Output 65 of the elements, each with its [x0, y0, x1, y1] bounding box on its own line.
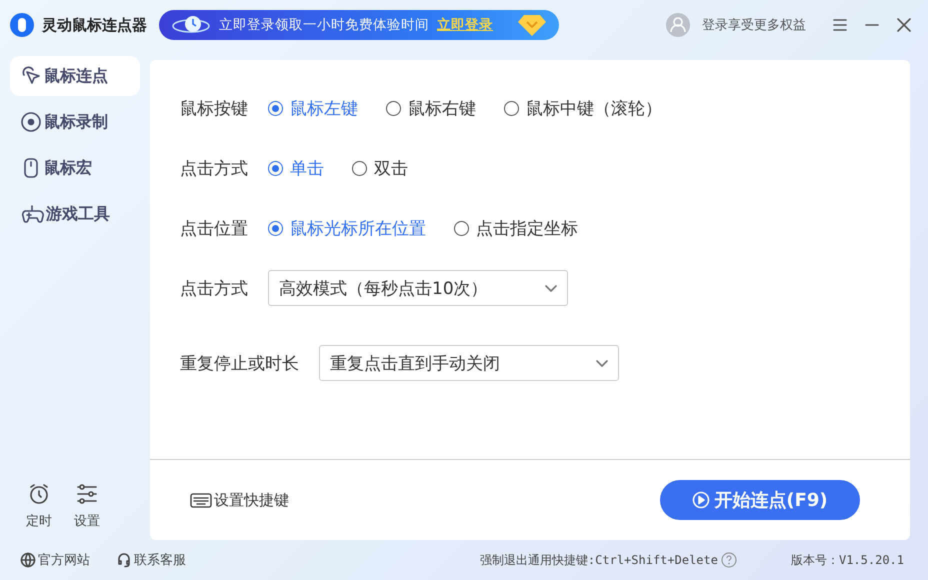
- promo-text: 立即登录领取一小时免费体验时间: [219, 16, 429, 34]
- shortcut-note: 强制退出通用快捷键:Ctrl+Shift+Delete: [480, 552, 718, 568]
- radio-option[interactable]: 点击指定坐标: [454, 216, 578, 240]
- radio-button[interactable]: [268, 160, 283, 176]
- sidebar-item[interactable]: 游戏工具: [10, 194, 140, 234]
- headset-icon: [116, 552, 132, 568]
- radio-button[interactable]: [454, 220, 469, 236]
- dropdown-field[interactable]: 高效模式（每秒点击10次）: [268, 270, 568, 306]
- app-name: 灵动鼠标连点器: [42, 16, 147, 34]
- radio-button[interactable]: [504, 100, 519, 116]
- cursor-icon: [20, 65, 42, 87]
- sidebar-item[interactable]: 鼠标宏: [10, 148, 140, 188]
- dropdown-field[interactable]: 重复点击直到手动关闭: [319, 345, 619, 381]
- app-logo-icon: [10, 13, 34, 37]
- tool-label: 定时: [26, 513, 52, 530]
- radio-option[interactable]: 鼠标右键: [386, 96, 476, 120]
- footer-link[interactable]: 联系客服: [116, 551, 186, 569]
- field-label: 点击方式: [180, 158, 248, 180]
- radio-label: 鼠标左键: [290, 98, 358, 120]
- start-button[interactable]: 开始连点(F9): [660, 480, 860, 520]
- radio-label: 鼠标中键（滚轮）: [526, 98, 662, 120]
- promo-banner[interactable]: 立即登录领取一小时免费体验时间 立即登录: [159, 10, 559, 40]
- radio-label: 单击: [290, 158, 324, 180]
- radio-option[interactable]: 鼠标左键: [268, 96, 358, 120]
- play-icon: [692, 491, 710, 509]
- radio-label: 点击指定坐标: [476, 218, 578, 240]
- sidebar-item-label: 鼠标连点: [44, 66, 108, 86]
- record-icon: [20, 111, 42, 133]
- radio-button[interactable]: [386, 100, 401, 116]
- sidebar-tool[interactable]: 定时: [26, 482, 52, 530]
- sidebar-item-label: 鼠标宏: [44, 158, 92, 178]
- field-label: 鼠标按键: [180, 98, 248, 120]
- gamepad-icon: [20, 203, 44, 225]
- login-prompt[interactable]: 登录享受更多权益: [702, 16, 806, 34]
- sidebar-item-label: 鼠标录制: [44, 112, 108, 132]
- menu-icon: [832, 17, 848, 33]
- sidebar-item[interactable]: 鼠标录制: [10, 102, 140, 142]
- field-label: 重复停止或时长: [180, 352, 299, 374]
- globe-icon: [20, 552, 36, 568]
- hotkey-settings-link[interactable]: 设置快捷键: [190, 490, 289, 510]
- radio-option[interactable]: 鼠标光标所在位置: [268, 216, 426, 240]
- diamond-icon: [515, 12, 549, 38]
- radio-label: 双击: [374, 158, 408, 180]
- radio-label: 鼠标右键: [408, 98, 476, 120]
- tool-label: 设置: [74, 513, 100, 530]
- sidebar-item-label: 游戏工具: [46, 204, 110, 224]
- field-label: 点击方式: [180, 278, 248, 300]
- radio-button[interactable]: [268, 220, 283, 236]
- field-label: 点击位置: [180, 218, 248, 240]
- radio-label: 鼠标光标所在位置: [290, 218, 426, 240]
- radio-button[interactable]: [352, 160, 367, 176]
- keyboard-icon: [190, 491, 212, 509]
- close-icon: [896, 17, 912, 33]
- radio-option[interactable]: 双击: [352, 156, 408, 180]
- sliders-icon: [75, 482, 99, 506]
- sidebar-item[interactable]: 鼠标连点: [10, 56, 140, 96]
- radio-option[interactable]: 单击: [268, 156, 324, 180]
- version-label: 版本号：V1.5.20.1: [790, 552, 904, 568]
- alarm-clock-icon: [27, 482, 51, 506]
- help-icon[interactable]: [720, 552, 737, 568]
- footer-link[interactable]: 官方网站: [20, 551, 90, 569]
- minimize-icon: [865, 24, 879, 26]
- radio-button[interactable]: [268, 100, 283, 116]
- sidebar-tool[interactable]: 设置: [74, 482, 100, 530]
- radio-option[interactable]: 鼠标中键（滚轮）: [504, 96, 662, 120]
